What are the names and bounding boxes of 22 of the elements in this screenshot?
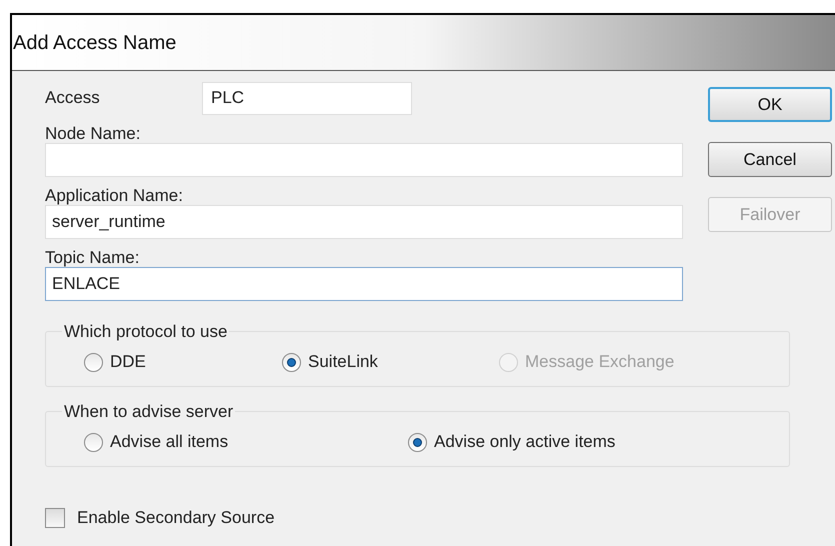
- radio-label: Message Exchange: [525, 351, 674, 374]
- field-label: Node Name:: [45, 123, 142, 143]
- radio-label: Advise only active items: [434, 431, 616, 454]
- radio-label: SuiteLink: [308, 351, 378, 374]
- field-label: Application Name:: [45, 185, 184, 205]
- field-label: Topic Name:: [45, 247, 140, 267]
- input-field[interactable]: [45, 143, 683, 177]
- input-field[interactable]: ENLACE: [45, 267, 683, 301]
- checkbox-label: Enable Secondary Source: [77, 507, 275, 529]
- radio-button-icon[interactable]: [84, 352, 103, 372]
- dialog-button[interactable]: Cancel: [708, 142, 832, 177]
- radio-label: DDE: [110, 351, 146, 374]
- radio-button-icon[interactable]: [84, 432, 103, 452]
- checkbox[interactable]: [45, 508, 65, 528]
- dialog-button[interactable]: OK: [708, 87, 832, 122]
- radio-button-icon[interactable]: [408, 432, 427, 452]
- access-field[interactable]: PLC: [202, 82, 412, 114]
- input-field[interactable]: server_runtime: [45, 205, 683, 239]
- window-title: Add Access Name: [13, 30, 176, 56]
- access-label: Access: [45, 87, 101, 110]
- radio-label: Advise all items: [110, 431, 228, 454]
- radio-button-icon[interactable]: [282, 352, 301, 372]
